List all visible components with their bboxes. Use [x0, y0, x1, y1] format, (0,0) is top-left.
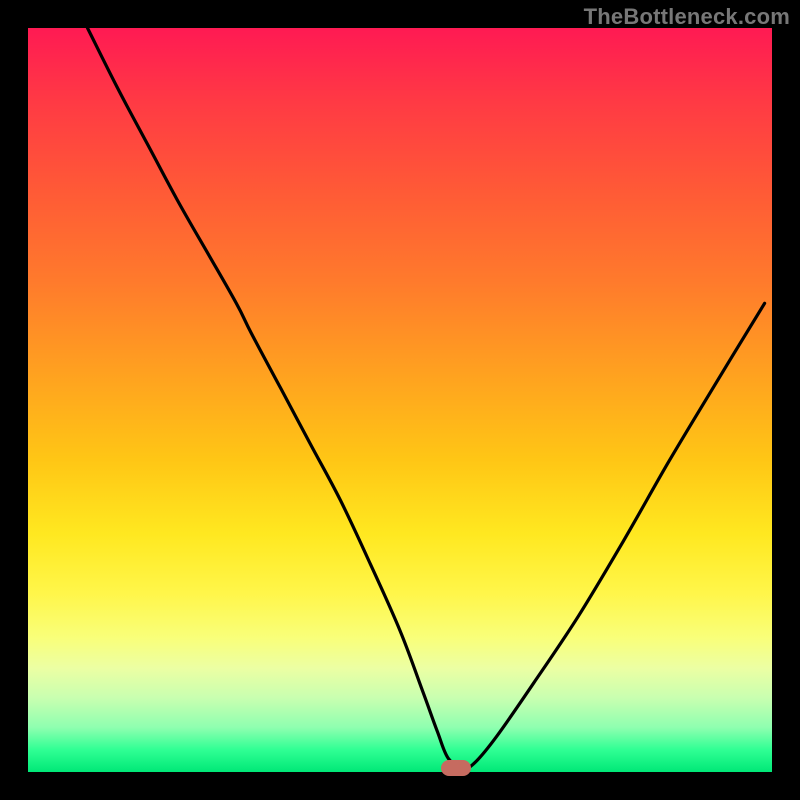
plot-area [28, 28, 772, 772]
watermark-text: TheBottleneck.com [584, 4, 790, 30]
bottleneck-marker [441, 760, 471, 776]
chart-frame: TheBottleneck.com [0, 0, 800, 800]
bottleneck-curve [28, 28, 772, 772]
